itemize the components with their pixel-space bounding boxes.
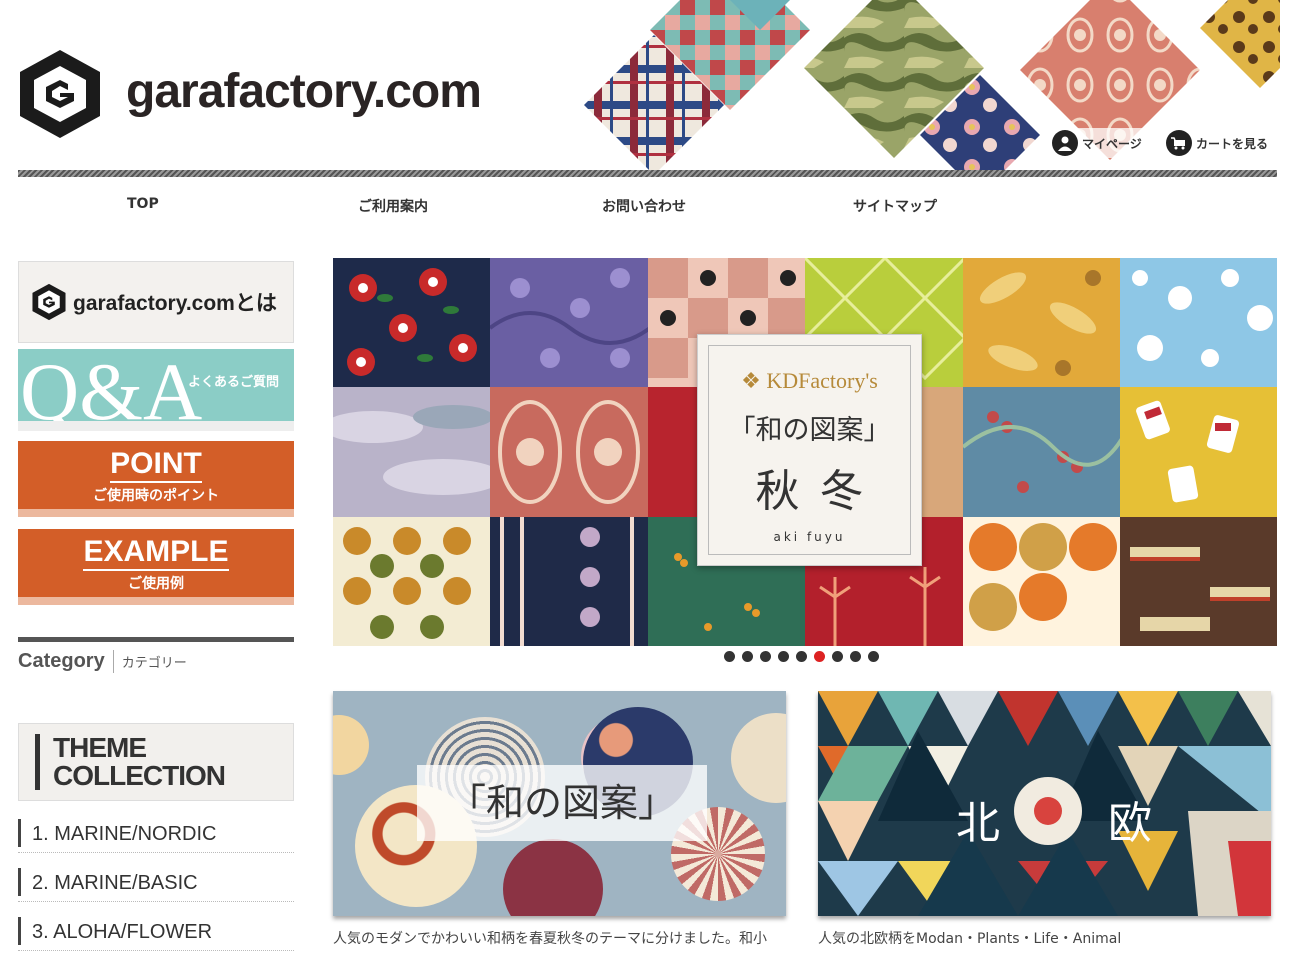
example-title: EXAMPLE — [83, 529, 229, 571]
cart-label: カートを見る — [1196, 136, 1269, 151]
qa-title: Q&A — [20, 349, 203, 432]
site-name: garafactory.com — [126, 65, 482, 118]
slider-dot[interactable] — [724, 651, 735, 662]
point-banner[interactable]: POINT ご使用時のポイント — [18, 441, 294, 517]
theme-item-label: 2. MARINE/BASIC — [32, 872, 198, 894]
hokuo-label-right: 欧 — [1108, 798, 1152, 849]
theme-item-marine-nordic[interactable]: 1. MARINE/NORDIC — [18, 813, 294, 853]
slider-pagination — [724, 651, 879, 662]
wa-banner-label: 「和の図案」 — [417, 765, 707, 841]
hokuo-banner[interactable]: 北 欧 — [818, 691, 1271, 916]
category-title-en: Category — [18, 650, 114, 673]
theme-title-line1: THEME — [53, 732, 147, 763]
main-nav: TOP ご利用案内 お問い合わせ サイトマップ — [0, 186, 1290, 224]
slide-main-text: 秋冬 — [755, 466, 884, 517]
slide-title-card-inner: ❖ KDFactory's 「和の図案」 秋冬 aki fuyu — [708, 345, 911, 555]
category-heading: Category カテゴリー — [18, 637, 294, 673]
theme-item-aloha-flower[interactable]: 3. ALOHA/FLOWER — [18, 911, 294, 951]
pattern-tile-kaki — [333, 516, 491, 646]
pattern-circle — [731, 713, 786, 803]
theme-title: THEME COLLECTION — [53, 732, 226, 791]
pattern-tile-stripes — [490, 516, 648, 646]
theme-collection-heading: THEME COLLECTION — [18, 723, 294, 801]
hokuo-label-left: 北 — [956, 798, 1000, 849]
theme-item-bar — [18, 917, 21, 945]
diamond-icon: ❖ — [741, 368, 761, 393]
example-subtitle: ご使用例 — [128, 576, 184, 592]
cart-icon — [1166, 130, 1192, 156]
slider-dot[interactable] — [832, 651, 843, 662]
garafactory-small-logo-icon — [32, 283, 66, 321]
pattern-tile-clouds — [333, 387, 491, 517]
qa-banner[interactable]: Q&A よくあるご質問 — [18, 349, 294, 431]
nav-contact[interactable]: お問い合わせ — [602, 196, 686, 216]
theme-item-bar — [18, 819, 21, 847]
nav-guide[interactable]: ご利用案内 — [358, 196, 428, 216]
qa-base-strip — [18, 421, 294, 431]
example-banner[interactable]: EXAMPLE ご使用例 — [18, 529, 294, 605]
nav-sitemap[interactable]: サイトマップ — [853, 196, 937, 216]
hokuo-pattern-art — [818, 691, 1271, 916]
qa-subtitle: よくあるご質問 — [188, 375, 280, 390]
user-icon — [1052, 130, 1078, 156]
theme-item-bar — [18, 868, 21, 896]
pattern-tile-rabbits — [1120, 258, 1277, 388]
theme-item-label: 1. MARINE/NORDIC — [32, 823, 217, 845]
slide-title: 「和の図案」 — [728, 415, 891, 446]
slider-dot[interactable] — [778, 651, 789, 662]
pattern-tile-hagi — [490, 258, 648, 388]
theme-item-label: 3. ALOHA/FLOWER — [32, 921, 213, 943]
theme-heading-bar — [35, 734, 40, 790]
pattern-tile-omamori — [1120, 387, 1277, 517]
wa-no-zuan-banner[interactable]: 「和の図案」 — [333, 691, 786, 916]
about-banner[interactable]: garafactory.comとは — [18, 261, 294, 343]
garafactory-logo-icon — [20, 50, 100, 138]
my-page-link[interactable]: マイページ — [1048, 128, 1146, 158]
slide-romaji: aki fuyu — [773, 530, 846, 544]
cart-link[interactable]: カートを見る — [1162, 128, 1273, 158]
theme-item-marine-basic[interactable]: 2. MARINE/BASIC — [18, 862, 294, 902]
point-subtitle: ご使用時のポイント — [93, 488, 219, 504]
pattern-tile-leaves — [962, 258, 1120, 388]
wa-banner-description: 人気のモダンでかわいい和柄を春夏秋冬のテーマに分けました。和小 — [333, 931, 767, 947]
nav-top[interactable]: TOP — [127, 196, 159, 212]
pattern-tile-berries — [962, 387, 1120, 517]
pattern-circle — [333, 715, 369, 775]
slider-dot[interactable] — [850, 651, 861, 662]
slide-brand: ❖ KDFactory's — [709, 368, 910, 394]
pattern-tile-camellia — [333, 258, 491, 388]
slider-dot[interactable] — [742, 651, 753, 662]
header-divider — [18, 170, 1277, 177]
slide-title-card: ❖ KDFactory's 「和の図案」 秋冬 aki fuyu — [697, 334, 922, 566]
about-label: garafactory.comとは — [73, 292, 277, 315]
slider-dot[interactable] — [760, 651, 771, 662]
point-title: POINT — [110, 441, 202, 483]
hokuo-banner-description: 人気の北欧柄をModan・Plants・Life・Animal — [818, 931, 1122, 947]
slider-dot-active[interactable] — [814, 651, 825, 662]
slider-dot[interactable] — [868, 651, 879, 662]
pattern-tile-citrus — [962, 516, 1120, 646]
pattern-tile-ogee — [490, 387, 648, 517]
theme-title-line2: COLLECTION — [53, 760, 226, 791]
my-page-label: マイページ — [1082, 136, 1142, 151]
slide-brand-text: KDFactory's — [766, 368, 878, 393]
pattern-circle — [503, 839, 603, 916]
slider-dot[interactable] — [796, 651, 807, 662]
category-title-jp: カテゴリー — [121, 656, 187, 671]
pattern-tile-trains — [1120, 516, 1277, 646]
site-logo[interactable]: garafactory.com — [18, 46, 538, 142]
